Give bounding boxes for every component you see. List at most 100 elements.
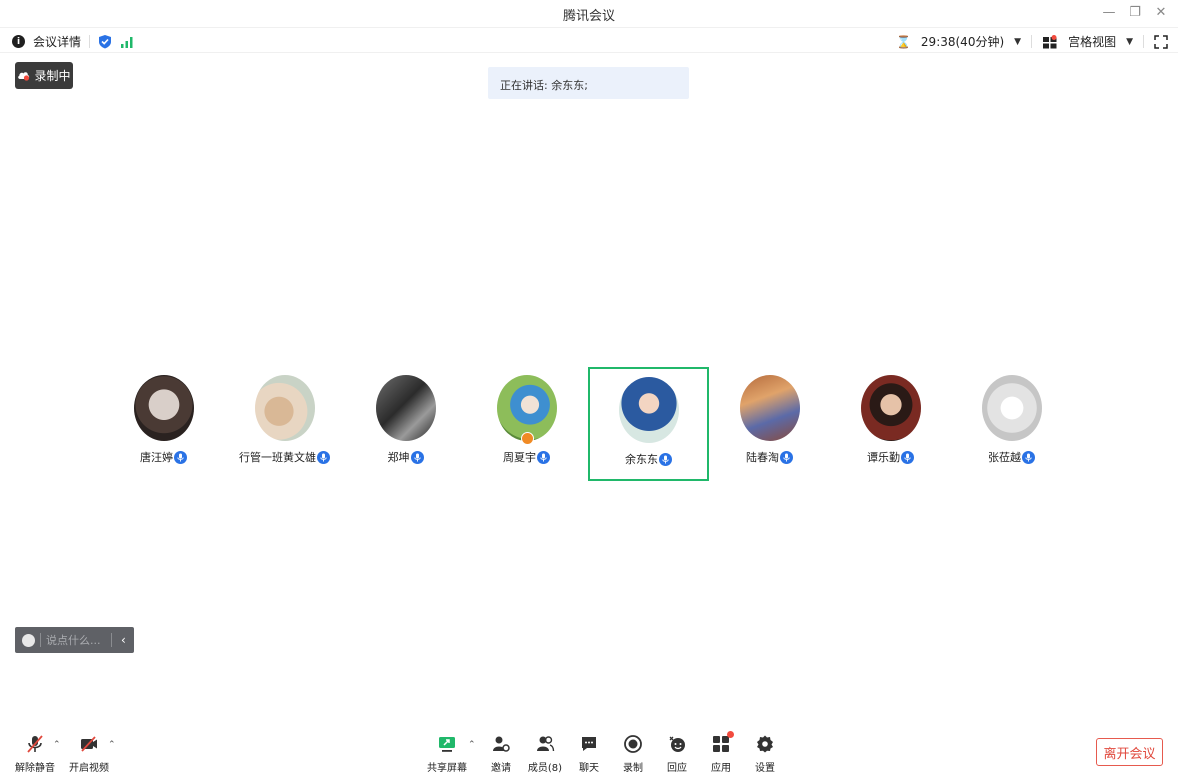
members-icon — [534, 733, 556, 755]
chevron-down-icon[interactable]: ▼ — [1126, 37, 1133, 47]
network-signal-icon[interactable] — [120, 36, 134, 48]
start-video-label: 开启视频 — [69, 763, 109, 774]
apps-icon — [710, 731, 734, 755]
divider — [89, 35, 91, 48]
avatar — [496, 375, 557, 445]
grid-view-icon — [1043, 34, 1057, 48]
apps-button[interactable]: 应用 — [698, 731, 744, 774]
leave-meeting-button[interactable]: 离开会议 — [1096, 738, 1163, 766]
host-badge-icon — [520, 432, 534, 445]
participant-tile[interactable]: 张莅越 — [951, 367, 1072, 481]
invite-button[interactable]: 邀请 — [478, 733, 524, 774]
chevron-down-icon[interactable]: ▼ — [1014, 37, 1021, 47]
speaking-banner: 正在讲话: 余东东; — [488, 67, 689, 99]
mic-icon — [317, 450, 330, 464]
chat-button[interactable]: 聊天 — [566, 733, 612, 774]
avatar — [375, 375, 436, 441]
reaction-icon — [666, 733, 688, 755]
divider — [111, 633, 112, 647]
chevron-up-icon[interactable]: ⌃ — [108, 740, 116, 750]
info-icon: i — [12, 35, 25, 48]
chevron-left-icon[interactable]: ‹ — [121, 633, 126, 647]
divider — [1031, 35, 1033, 48]
react-button[interactable]: 回应 — [654, 733, 700, 774]
chevron-up-icon[interactable]: ⌃ — [53, 740, 61, 750]
window-title: 腾讯会议 — [562, 9, 615, 24]
recording-badge[interactable]: 录制中 — [15, 62, 73, 89]
window-controls: — ❐ ✕ — [1102, 4, 1168, 20]
record-icon — [622, 733, 644, 755]
avatar — [254, 375, 315, 441]
participant-name: 郑坤 — [387, 451, 410, 464]
recording-label: 录制中 — [34, 69, 71, 83]
react-label: 回应 — [667, 763, 687, 774]
mic-icon — [780, 450, 793, 464]
settings-label: 设置 — [755, 763, 775, 774]
notification-dot — [727, 731, 734, 738]
avatar — [981, 375, 1042, 441]
mic-muted-icon — [24, 733, 46, 755]
meeting-details-link[interactable]: 会议详情 — [33, 33, 81, 50]
participant-tile[interactable]: 周夏宇 — [466, 367, 587, 481]
chat-icon — [578, 733, 600, 755]
participant-tile[interactable]: 行管一班黄文雄 — [224, 367, 345, 481]
view-mode-button[interactable]: 宫格视图 — [1068, 33, 1116, 50]
camera-off-icon — [78, 733, 100, 755]
apps-label: 应用 — [711, 763, 731, 774]
participant-name: 周夏宇 — [503, 451, 536, 464]
info-bar: i 会议详情 ⌛ 29:38(40分钟) ▼ 宫格视图 ▼ — [0, 27, 1178, 53]
participant-grid: 唐汪婷 行管一班黄文雄 郑坤 周夏宇 余东东 陆春淘 谭乐勤 张莅越 — [0, 367, 1178, 481]
avatar — [133, 375, 194, 441]
avatar — [739, 375, 800, 441]
minimize-button[interactable]: — — [1102, 4, 1116, 20]
settings-button[interactable]: 设置 — [742, 733, 788, 774]
participant-tile[interactable]: 谭乐勤 — [830, 367, 951, 481]
mic-icon — [1022, 450, 1035, 464]
mic-icon — [537, 450, 550, 464]
chat-quick-input[interactable]: 说点什么... ‹ — [15, 627, 134, 653]
participant-tile[interactable]: 陆春淘 — [709, 367, 830, 481]
meeting-timer[interactable]: 29:38(40分钟) — [921, 33, 1004, 50]
unmute-label: 解除静音 — [15, 763, 55, 774]
hourglass-icon: ⌛ — [895, 34, 911, 49]
chat-placeholder[interactable]: 说点什么... — [46, 632, 106, 648]
bottom-toolbar: 解除静音 ⌃ 开启视频 ⌃ 共享屏幕 ⌃ 邀请 成员(8) 聊天 录制 回应 应… — [0, 728, 1178, 780]
divider — [1143, 35, 1144, 48]
participant-name: 谭乐勤 — [867, 451, 900, 464]
participant-tile-active-speaker[interactable]: 余东东 — [588, 367, 709, 481]
fullscreen-icon[interactable] — [1154, 34, 1168, 49]
invite-icon — [490, 733, 512, 755]
chat-label: 聊天 — [579, 763, 599, 774]
record-label: 录制 — [623, 763, 643, 774]
divider — [40, 633, 41, 647]
restore-button[interactable]: ❐ — [1128, 4, 1142, 20]
participant-tile[interactable]: 郑坤 — [345, 367, 466, 481]
security-shield-icon[interactable] — [98, 34, 112, 49]
mic-icon — [174, 450, 187, 464]
close-button[interactable]: ✕ — [1154, 4, 1168, 20]
participant-name: 陆春淘 — [746, 451, 779, 464]
emoji-icon[interactable] — [22, 633, 35, 647]
participant-tile[interactable]: 唐汪婷 — [103, 367, 224, 481]
share-screen-label: 共享屏幕 — [427, 763, 467, 774]
members-button[interactable]: 成员(8) — [522, 733, 568, 774]
unmute-button[interactable]: 解除静音 — [12, 733, 58, 774]
gear-icon — [754, 733, 776, 755]
title-bar: 腾讯会议 — ❐ ✕ — [0, 0, 1178, 26]
start-video-button[interactable]: 开启视频 — [66, 733, 112, 774]
share-screen-icon — [436, 733, 458, 755]
avatar — [860, 375, 921, 441]
participant-name: 唐汪婷 — [140, 451, 173, 464]
mic-icon — [410, 450, 424, 464]
record-button[interactable]: 录制 — [610, 733, 656, 774]
mic-icon — [901, 450, 914, 464]
mic-icon — [659, 452, 672, 466]
meeting-window: 腾讯会议 — ❐ ✕ i 会议详情 ⌛ 29:38(40分钟) ▼ 宫格视图 ▼… — [0, 0, 1178, 780]
participant-name: 张莅越 — [988, 451, 1021, 464]
avatar — [618, 377, 679, 443]
chevron-up-icon[interactable]: ⌃ — [468, 740, 476, 750]
participant-name: 行管一班黄文雄 — [239, 451, 316, 464]
cloud-record-icon — [18, 72, 30, 81]
invite-label: 邀请 — [491, 763, 511, 774]
share-screen-button[interactable]: 共享屏幕 — [424, 733, 470, 774]
